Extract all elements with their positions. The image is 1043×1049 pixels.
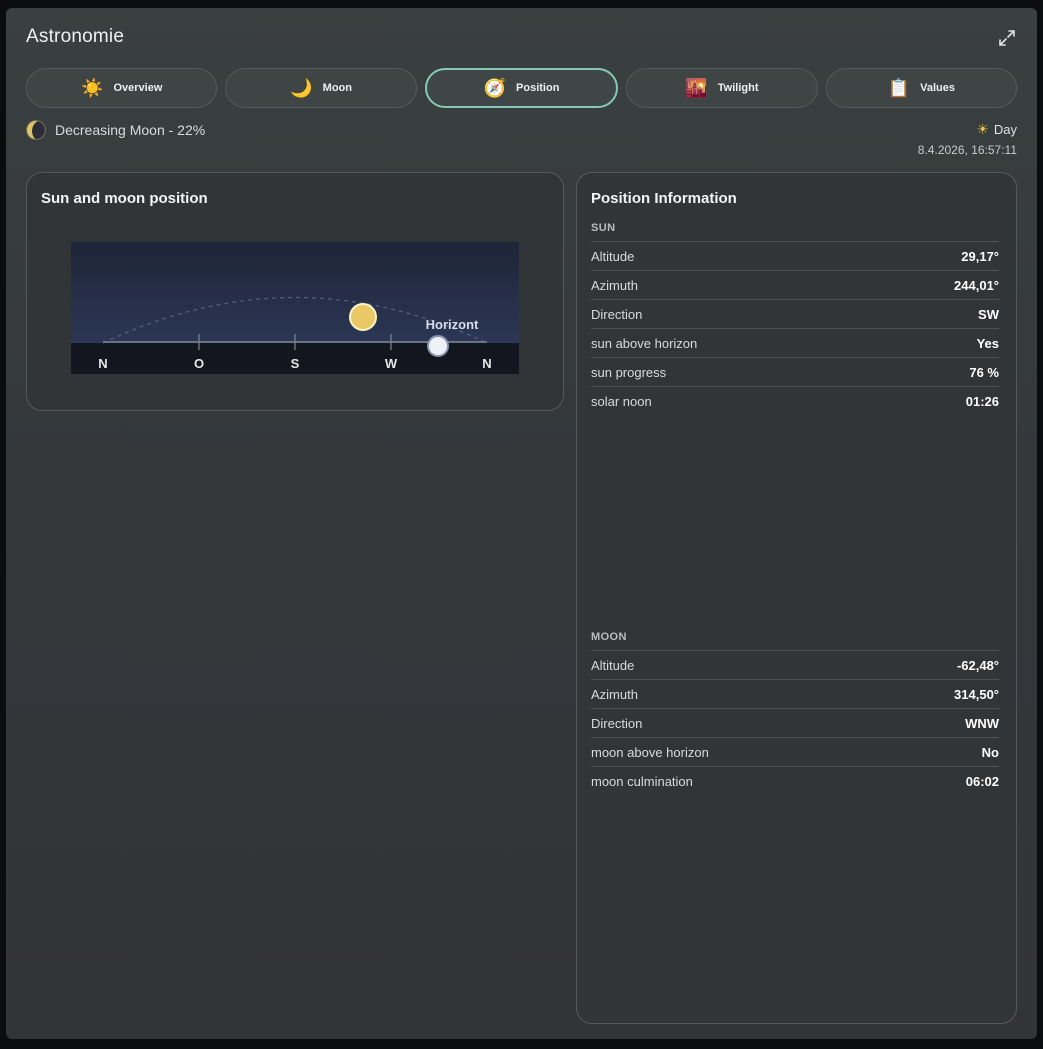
compass-icon: 🧭	[483, 78, 507, 98]
info-row: Altitude 29,17°	[591, 241, 999, 270]
info-row: Azimuth 314,50°	[591, 679, 999, 708]
sun-section-label: SUN	[591, 222, 616, 234]
info-key: Direction	[591, 306, 643, 322]
tab-moon[interactable]: 🌙 Moon	[225, 68, 417, 108]
info-row: Altitude -62,48°	[591, 650, 999, 679]
moon-section-label: MOON	[591, 631, 627, 643]
sun-marker	[349, 303, 377, 331]
horizon-label: Horizont	[426, 317, 479, 332]
tab-bar: ☀️ Overview 🌙 Moon 🧭 Position 🌇 Twilight…	[26, 68, 1018, 108]
tab-values[interactable]: 📋 Values	[825, 68, 1018, 108]
info-row: sun above horizon Yes	[591, 328, 999, 357]
datetime: 8.4.2026, 16:57:11	[917, 143, 1017, 157]
moon-phase-status: Decreasing Moon - 22%	[26, 120, 205, 140]
tab-twilight[interactable]: 🌇 Twilight	[626, 68, 818, 108]
compass-label-n2: N	[482, 356, 491, 371]
tab-position[interactable]: 🧭 Position	[424, 68, 619, 108]
sun-icon: ☀️	[81, 78, 104, 98]
info-key: sun progress	[591, 364, 667, 380]
info-key: sun above horizon	[591, 335, 698, 351]
info-row: sun progress 76 %	[591, 357, 999, 386]
tab-label: Overview	[113, 82, 163, 94]
info-row: Direction WNW	[591, 708, 999, 737]
info-row: moon above horizon No	[591, 737, 999, 766]
info-row: solar noon 01:26	[591, 386, 999, 415]
info-value: WNW	[965, 715, 999, 731]
sun-small-icon: ☀	[976, 121, 989, 137]
info-key: Altitude	[591, 657, 635, 673]
info-key: Altitude	[591, 248, 635, 264]
day-state-text: Day	[993, 122, 1017, 137]
expand-icon[interactable]	[997, 28, 1017, 48]
info-value: SW	[978, 306, 999, 322]
clipboard-icon: 📋	[887, 78, 911, 98]
info-key: Direction	[591, 715, 643, 731]
day-state: ☀ Day	[976, 121, 1017, 138]
sky-diagram: N O S W N Horizont	[71, 242, 519, 374]
info-key: moon culmination	[591, 773, 693, 789]
info-value: 314,50°	[954, 686, 999, 702]
astronomy-card: Astronomie ☀️ Overview 🌙 Moon 🧭 Position…	[6, 8, 1037, 1039]
info-value: -62,48°	[956, 657, 999, 673]
moon-info-list: Altitude -62,48° Azimuth 314,50° Direction…	[591, 650, 999, 795]
info-value: Yes	[976, 335, 999, 351]
info-key: solar noon	[591, 393, 652, 409]
compass-label-s: S	[291, 356, 300, 371]
compass-label-n: N	[98, 356, 107, 371]
compass-label-w: W	[385, 356, 398, 371]
info-value: No	[981, 744, 999, 760]
info-row: moon culmination 06:02	[591, 766, 999, 795]
info-value: 01:26	[965, 393, 999, 409]
tab-label: Twilight	[717, 82, 759, 94]
info-value: 76 %	[969, 364, 999, 380]
card-title: Astronomie	[26, 26, 125, 47]
info-key: Azimuth	[591, 686, 638, 702]
tab-label: Moon	[322, 82, 352, 94]
panel-title: Position Information	[591, 190, 737, 207]
moon-phase-text: Decreasing Moon - 22%	[55, 122, 206, 138]
sun-info-list: Altitude 29,17° Azimuth 244,01° Direction S…	[591, 241, 999, 415]
info-row: Direction SW	[591, 299, 999, 328]
twilight-icon: 🌇	[685, 78, 708, 98]
info-key: moon above horizon	[591, 744, 709, 760]
panel-title: Sun and moon position	[41, 190, 208, 207]
info-value: 244,01°	[954, 277, 999, 293]
compass-label-o: O	[194, 356, 204, 371]
tab-label: Position	[516, 82, 560, 94]
position-info-panel: Position Information SUN Altitude 29,17° …	[576, 172, 1017, 1024]
sun-moon-position-panel: Sun and moon position N O S W N Horizont	[26, 172, 564, 411]
crescent-moon-icon: 🌙	[290, 78, 313, 98]
info-value: 06:02	[965, 773, 999, 789]
info-key: Azimuth	[591, 277, 638, 293]
tab-overview[interactable]: ☀️ Overview	[26, 68, 218, 108]
moon-phase-icon	[26, 120, 46, 140]
moon-marker	[427, 335, 449, 357]
info-value: 29,17°	[961, 248, 999, 264]
tab-label: Values	[920, 82, 955, 94]
info-row: Azimuth 244,01°	[591, 270, 999, 299]
